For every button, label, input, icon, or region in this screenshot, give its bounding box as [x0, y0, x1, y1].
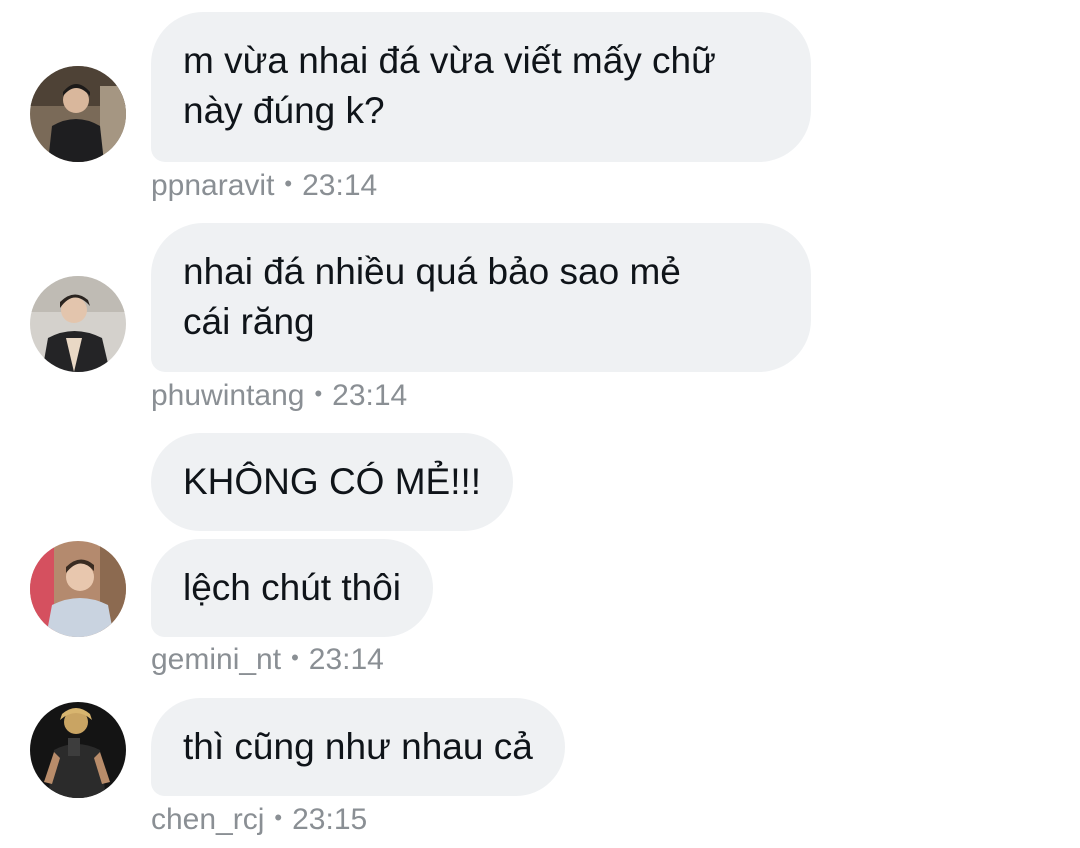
- separator-dot: •: [284, 171, 293, 196]
- message-meta: ppnaravit • 23:14: [151, 166, 377, 204]
- avatar[interactable]: [30, 66, 126, 162]
- message-meta: phuwintang • 23:14: [151, 376, 407, 414]
- message-bubble[interactable]: KHÔNG CÓ MẺ!!!: [151, 433, 514, 531]
- message-meta: chen_rcj • 23:15: [151, 800, 367, 838]
- separator-dot: •: [291, 645, 299, 670]
- user-photo-icon: [30, 276, 126, 372]
- separator-dot: •: [314, 381, 323, 406]
- message-meta: gemini_nt • 23:14: [151, 640, 384, 678]
- username[interactable]: phuwintang: [151, 379, 304, 412]
- message-bubble[interactable]: nhai đá nhiều quá bảo sao mẻ cái răng: [151, 223, 811, 372]
- username[interactable]: chen_rcj: [151, 803, 264, 836]
- username[interactable]: gemini_nt: [151, 643, 281, 676]
- user-photo-icon: [30, 66, 126, 162]
- message-bubble[interactable]: lệch chút thôi: [151, 539, 434, 637]
- separator-dot: •: [274, 805, 283, 830]
- chat-thread: m vừa nhai đá vừa viết mấy chữ này đúng …: [0, 0, 1080, 848]
- message-bubble[interactable]: thì cũng như nhau cả: [151, 698, 565, 796]
- avatar[interactable]: [30, 702, 126, 798]
- timestamp: 23:14: [332, 379, 408, 412]
- user-photo-icon: [30, 702, 126, 798]
- timestamp: 23:14: [302, 169, 378, 202]
- user-photo-icon: [30, 541, 126, 637]
- message-bubble[interactable]: m vừa nhai đá vừa viết mấy chữ này đúng …: [151, 12, 811, 162]
- timestamp: 23:14: [308, 643, 384, 676]
- timestamp: 23:15: [292, 803, 368, 836]
- username[interactable]: ppnaravit: [151, 169, 274, 202]
- avatar[interactable]: [30, 541, 126, 637]
- avatar[interactable]: [30, 276, 126, 372]
